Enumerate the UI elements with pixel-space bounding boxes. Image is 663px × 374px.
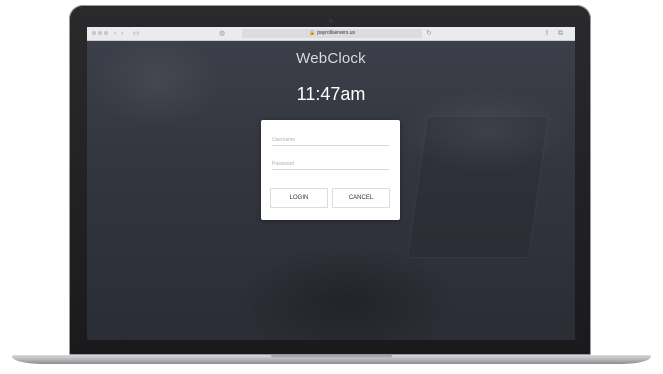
sidebar-icon[interactable]: ▭	[133, 29, 140, 38]
zoom-window-dot[interactable]	[104, 31, 108, 35]
password-field[interactable]	[272, 159, 389, 170]
minimize-window-dot[interactable]	[98, 31, 102, 35]
current-time: 11:47am	[296, 84, 366, 104]
laptop-notch	[271, 355, 392, 359]
forward-icon[interactable]: ›	[121, 29, 123, 38]
address-bar[interactable]: 🔒 payrollservers.us	[242, 29, 422, 38]
back-icon[interactable]: ‹	[114, 29, 116, 38]
login-button[interactable]: LOGIN	[270, 188, 328, 208]
webclock-page: WebClock 11:47am LOGIN CANCEL	[87, 41, 575, 340]
privacy-icon[interactable]: ◍	[219, 29, 225, 38]
background-photo	[407, 116, 549, 258]
lock-icon: 🔒	[308, 30, 316, 36]
url-text: payrollservers.us	[317, 30, 356, 36]
login-card: LOGIN CANCEL	[261, 120, 400, 220]
cancel-button[interactable]: CANCEL	[332, 188, 390, 208]
brand-title: WebClock	[296, 50, 366, 67]
browser-toolbar: ‹ › ▭ ◍ 🔒 payrollservers.us ↻ ⇪ ⧉	[87, 27, 575, 41]
webcam-icon	[329, 19, 333, 23]
laptop-screen: ‹ › ▭ ◍ 🔒 payrollservers.us ↻ ⇪ ⧉ WebCloc…	[87, 27, 575, 340]
reload-icon[interactable]: ↻	[426, 29, 432, 38]
close-window-dot[interactable]	[92, 31, 96, 35]
username-field[interactable]	[272, 135, 389, 146]
tabs-icon[interactable]: ⧉	[558, 29, 563, 38]
share-icon[interactable]: ⇪	[544, 29, 550, 38]
